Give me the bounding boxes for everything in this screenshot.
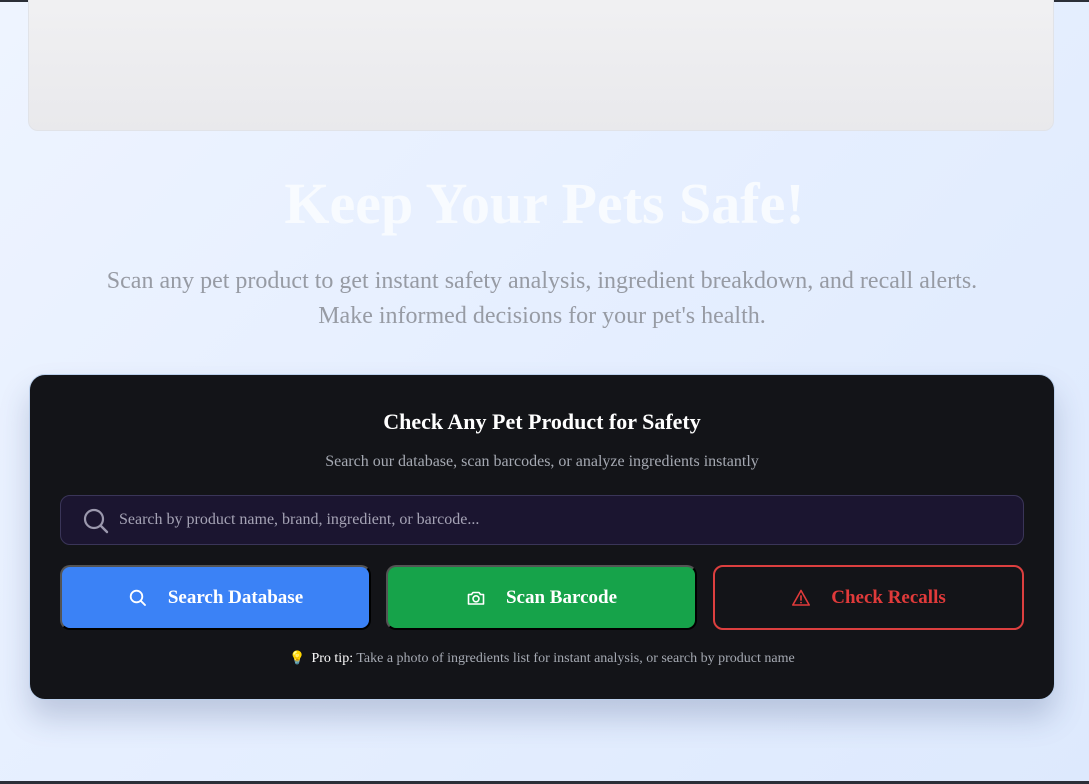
scan-barcode-button[interactable]: Scan Barcode xyxy=(386,565,697,630)
search-database-label: Search Database xyxy=(167,586,304,608)
check-recalls-label: Check Recalls xyxy=(831,586,946,608)
search-input[interactable] xyxy=(119,496,1009,544)
pro-tip: 💡 Pro tip: Take a photo of ingredients li… xyxy=(30,651,1054,667)
hero-title: Keep Your Pets Safe! xyxy=(284,171,805,236)
search-icon xyxy=(83,508,109,534)
search-icon xyxy=(129,589,146,606)
search-database-button[interactable]: Search Database xyxy=(60,565,371,630)
product-safety-panel: Check Any Pet Product for Safety Search … xyxy=(29,374,1055,700)
panel-subtitle: Search our database, scan barcodes, or a… xyxy=(325,453,759,470)
preview-card xyxy=(28,0,1054,131)
panel-title: Check Any Pet Product for Safety xyxy=(383,409,701,434)
scan-barcode-label: Scan Barcode xyxy=(505,586,617,608)
lightbulb-icon: 💡 xyxy=(289,651,306,666)
search-box[interactable] xyxy=(60,495,1024,545)
check-recalls-button[interactable]: Check Recalls xyxy=(713,565,1024,630)
warning-icon xyxy=(792,589,811,606)
camera-icon xyxy=(467,591,485,605)
hero-subtitle: Scan any pet product to get instant safe… xyxy=(106,268,978,329)
pro-tip-text: Take a photo of ingredients list for ins… xyxy=(353,651,795,666)
pro-tip-label: Pro tip: xyxy=(311,651,354,666)
